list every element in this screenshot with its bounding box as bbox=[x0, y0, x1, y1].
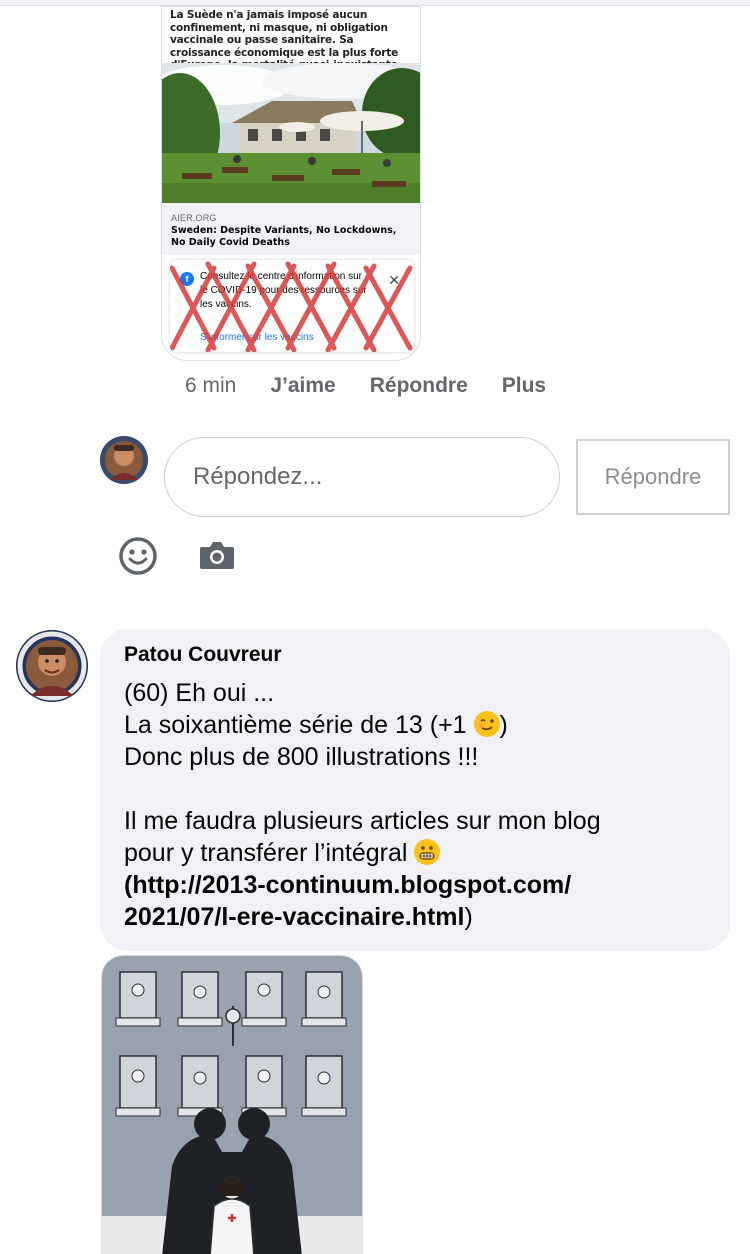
reply-submit-button[interactable]: Répondre bbox=[576, 439, 730, 515]
comment-actions: 6 min J’aime Répondre Plus bbox=[185, 372, 580, 400]
comment-line: 2021/07/l-ere-vaccinaire.html) bbox=[124, 903, 473, 931]
blog-link[interactable]: 2021/07/l-ere-vaccinaire.html bbox=[124, 903, 464, 931]
red-cross-scribble bbox=[170, 261, 413, 352]
reply-input[interactable]: Répondez... bbox=[164, 437, 560, 517]
comment-text: (60) Eh oui ... La soixantième série de … bbox=[124, 677, 706, 933]
camera-icon[interactable] bbox=[198, 538, 236, 572]
covid-info-notice[interactable]: f Consultez le centre d'information sur … bbox=[170, 260, 414, 352]
comment-line: (60) Eh oui ... bbox=[124, 679, 275, 707]
more-button[interactable]: Plus bbox=[502, 374, 546, 398]
link-title: Sweden: Despite Variants, No Lockdowns, … bbox=[171, 225, 397, 248]
avatar[interactable] bbox=[100, 436, 148, 484]
shared-post-photo[interactable] bbox=[162, 63, 420, 203]
shared-post-card[interactable]: La Suède n'a jamais imposé aucun confine… bbox=[161, 6, 421, 361]
comment-line: Il me faudra plusieurs articles sur mon … bbox=[124, 807, 601, 835]
timestamp[interactable]: 6 min bbox=[185, 374, 236, 398]
comment-author[interactable]: Patou Couvreur bbox=[124, 643, 706, 667]
like-button[interactable]: J’aime bbox=[270, 374, 335, 398]
link-preview[interactable]: AIER.ORG Sweden: Despite Variants, No Lo… bbox=[162, 203, 420, 255]
avatar[interactable] bbox=[16, 630, 88, 702]
comment-blank-line bbox=[124, 773, 706, 805]
smiley-icon[interactable] bbox=[118, 536, 158, 576]
blog-link-line[interactable]: (http://2013-continuum.blogspot.com/ bbox=[124, 869, 706, 901]
grimacing-face-emoji bbox=[414, 839, 441, 865]
link-domain: AIER.ORG bbox=[171, 213, 217, 223]
comment-line: pour y transférer l’intégral bbox=[124, 837, 706, 869]
comment-line: La soixantième série de 13 (+1 ) bbox=[124, 711, 508, 739]
comment-bubble: Patou Couvreur (60) Eh oui ... La soixan… bbox=[100, 629, 730, 951]
winking-face-emoji bbox=[473, 711, 500, 737]
comment-line: Donc plus de 800 illustrations !!! bbox=[124, 743, 479, 771]
comment-illustration[interactable] bbox=[101, 955, 363, 1254]
reply-link[interactable]: Répondre bbox=[370, 374, 468, 398]
